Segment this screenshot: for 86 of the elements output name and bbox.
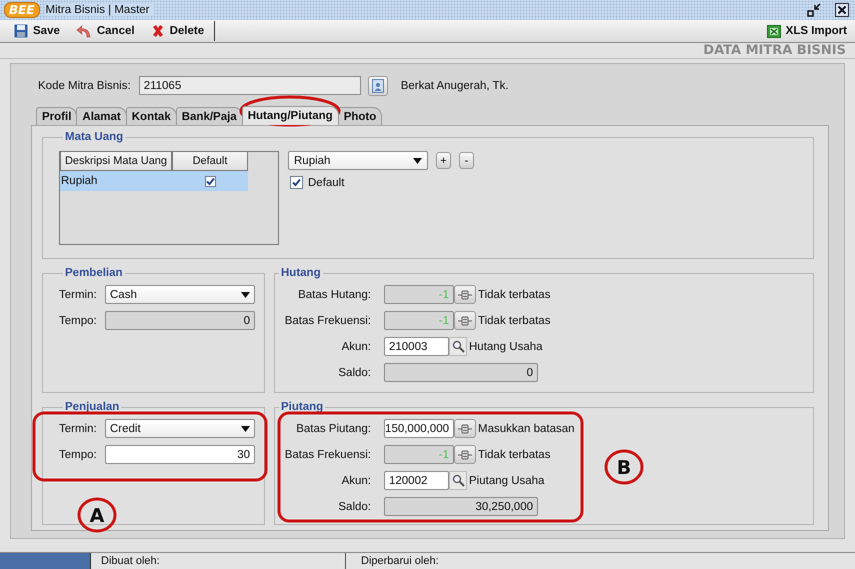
field-label: Batas Hutang: (297, 288, 372, 300)
lookup-button[interactable] (368, 76, 388, 96)
input-field[interactable]: 210003 (384, 337, 449, 356)
caret-icon (241, 292, 250, 298)
close-icon[interactable] (835, 3, 849, 17)
dropdown[interactable]: Cash (105, 285, 255, 304)
toggle-button[interactable] (454, 311, 476, 330)
field-label: Termin: (59, 288, 98, 300)
field-note: Tidak terbatas (477, 448, 550, 460)
spreadsheet-icon (766, 24, 781, 38)
section-title: DATA MITRA BISNIS (703, 43, 846, 58)
plug-icon (458, 450, 472, 460)
toggle-button[interactable] (454, 445, 476, 464)
field-note: Masukkan batasan (477, 422, 575, 434)
input-field[interactable]: 120002 (384, 471, 449, 490)
field-label: Batas Piutang: (295, 422, 372, 434)
group-title: Piutang (280, 401, 324, 413)
field-note: Tidak terbatas (477, 314, 550, 326)
status-text: Dibuat oleh: (101, 555, 160, 567)
search-icon (452, 340, 464, 353)
field-note: Hutang Usaha (468, 340, 543, 352)
column-header: Deskripsi Mata Uang (60, 152, 172, 171)
status-text: Diperbarui oleh: (361, 555, 439, 567)
plug-icon (458, 316, 472, 326)
tab[interactable]: Hutang/Piutang (242, 106, 339, 125)
tab[interactable]: Kontak (126, 107, 177, 125)
group-title: Penjualan (64, 401, 120, 413)
input-field: 30,250,000 (384, 497, 538, 516)
input-field[interactable]: 150,000,000 (384, 419, 454, 438)
field-label: Akun: (340, 474, 372, 486)
checkbox[interactable] (204, 176, 216, 186)
field-label: Akun: (340, 340, 372, 352)
field-label: Batas Frekuensi: (284, 448, 372, 460)
window-title: Mitra Bisnis | Master (46, 4, 154, 16)
x-mark-icon (150, 24, 165, 38)
caret-icon (413, 158, 422, 164)
checkbox-label: Default (308, 176, 344, 188)
table-cell[interactable]: Rupiah (60, 171, 172, 191)
input-field: -1 (384, 445, 454, 464)
group-title: Mata Uang (64, 131, 124, 143)
tab[interactable]: Photo (338, 107, 382, 125)
delete-button[interactable]: Delete (144, 21, 214, 41)
card-icon (372, 78, 384, 92)
caret-icon (241, 426, 250, 432)
group-title: Pembelian (64, 267, 124, 279)
search-button[interactable] (449, 471, 467, 490)
input-field: -1 (384, 285, 454, 304)
tab[interactable]: Profil (36, 107, 78, 125)
input-field[interactable]: 211065 (138, 76, 361, 95)
field-note: Piutang Usaha (468, 474, 544, 486)
input-field[interactable]: 30 (105, 445, 255, 464)
column-header: Default (172, 152, 248, 171)
field-label: Kode Mitra Bisnis: (38, 80, 131, 92)
input-field: -1 (384, 311, 454, 330)
save-button[interactable]: Save (8, 21, 70, 41)
dropdown[interactable]: Rupiah (288, 151, 428, 170)
callout-marker: A (78, 498, 116, 532)
plug-icon (458, 424, 472, 434)
field-label: Batas Frekuensi: (284, 314, 372, 326)
group-title: Hutang (280, 267, 322, 279)
search-icon (452, 474, 464, 487)
input-field: 0 (105, 311, 255, 330)
toggle-button[interactable] (454, 285, 476, 304)
remove-button[interactable]: - (459, 152, 474, 169)
input-field: 0 (384, 363, 538, 382)
import-button[interactable]: XLS Import (760, 21, 855, 41)
checkbox[interactable] (290, 176, 303, 189)
app-logo: BEE (4, 2, 40, 18)
callout-marker: B (604, 450, 644, 484)
field-label: Termin: (59, 422, 98, 434)
restore-icon[interactable] (807, 3, 821, 17)
partner-name: Berkat Anugerah, Tk. (400, 80, 509, 92)
tab[interactable]: Alamat (76, 107, 127, 125)
field-label: Tempo: (59, 314, 98, 326)
add-button[interactable]: + (436, 152, 451, 169)
tab[interactable]: Bank/Paja (176, 107, 243, 125)
toggle-button[interactable] (454, 419, 476, 438)
plug-icon (458, 290, 472, 300)
curved-arrow-icon (76, 24, 92, 38)
search-button[interactable] (449, 337, 467, 356)
field-label: Saldo: (337, 500, 372, 512)
dropdown[interactable]: Credit (105, 419, 255, 438)
field-label: Tempo: (59, 448, 98, 460)
field-note: Tidak terbatas (477, 288, 550, 300)
field-label: Saldo: (337, 366, 372, 378)
cancel-button[interactable]: Cancel (70, 21, 145, 41)
